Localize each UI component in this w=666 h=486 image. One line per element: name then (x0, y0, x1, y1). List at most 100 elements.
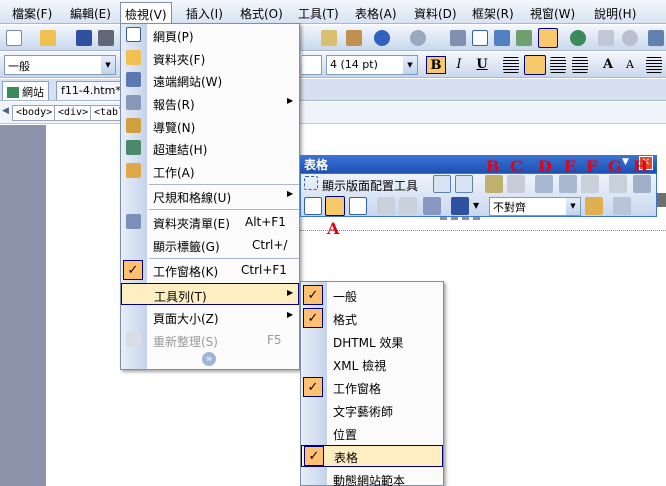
tag-body[interactable]: <body> (12, 105, 57, 121)
submenu-item-tables[interactable]: ✓ 表格 (301, 445, 443, 467)
submenu-item-formatting[interactable]: ✓ 格式 (301, 307, 443, 329)
fill-color-icon[interactable] (451, 197, 469, 215)
menu-item-page-size[interactable]: 頁面大小(Z) ▶ (121, 306, 299, 328)
search-binoculars-icon[interactable] (98, 30, 114, 46)
fill-down-icon[interactable] (613, 197, 631, 215)
menu-item-page[interactable]: 網頁(P) (121, 24, 299, 46)
menu-insert[interactable]: 插入(I) (186, 5, 223, 22)
style-combo[interactable]: 一般 ▼ (4, 55, 116, 75)
distribute-columns-icon[interactable] (399, 197, 417, 215)
bold-button[interactable]: B (426, 56, 446, 74)
align-center-icon[interactable] (524, 55, 546, 75)
draw-layout-table-icon[interactable] (433, 175, 451, 193)
show-layout-tools-button[interactable]: 顯示版面配置工具 (322, 177, 418, 194)
web-component-icon[interactable] (450, 30, 466, 46)
submenu-item-task-pane[interactable]: ✓ 工作窗格 (301, 376, 443, 398)
undo-icon[interactable] (374, 30, 390, 46)
grow-font-button[interactable]: A (598, 56, 618, 74)
align-bottom-icon[interactable] (349, 197, 367, 215)
open-folder-icon[interactable] (40, 30, 56, 46)
hyperlinks-icon (126, 140, 141, 155)
underline-button[interactable]: U (472, 56, 492, 74)
italic-button[interactable]: I (449, 56, 469, 74)
align-right-icon[interactable] (550, 57, 566, 73)
code-icon[interactable] (648, 30, 664, 46)
menu-view[interactable]: 檢視(V) (120, 2, 172, 23)
hyperlink-globe-icon[interactable] (570, 30, 586, 46)
chevron-down-icon[interactable]: ▼ (101, 56, 115, 74)
alignment-combo[interactable]: 不對齊 ▼ (489, 197, 581, 216)
submenu-item-standard[interactable]: ✓ 一般 (301, 284, 443, 306)
submenu-item-positioning[interactable]: 位置 (301, 422, 443, 444)
submenu-item-dynamic-template[interactable]: 動態網站範本 (301, 468, 443, 486)
toolbar-options-icon[interactable]: ▼ (622, 157, 629, 167)
menu-item-hyperlinks[interactable]: 超連結(H) (121, 137, 299, 159)
chevron-down-icon[interactable]: ▼ (473, 201, 479, 210)
menu-item-reports[interactable]: 報告(R) ▶ (121, 92, 299, 114)
paste-icon[interactable] (321, 30, 337, 46)
font-combo[interactable] (302, 55, 322, 75)
shrink-font-button[interactable]: A (620, 56, 640, 74)
menu-help[interactable]: 說明(H) (594, 5, 636, 22)
table-autoformat-icon[interactable] (585, 197, 603, 215)
justify-icon[interactable] (572, 57, 588, 73)
menu-format[interactable]: 格式(O) (240, 5, 283, 22)
autofit-icon[interactable] (423, 197, 441, 215)
tag-div[interactable]: <div> (54, 105, 93, 121)
menu-item-ruler-grid[interactable]: 尺規和格線(U) ▶ (121, 185, 299, 207)
redo-icon[interactable] (410, 30, 426, 46)
delete-cells-icon[interactable] (581, 175, 599, 193)
chevron-left-icon[interactable]: ◀ (2, 106, 9, 116)
insert-rows-icon[interactable] (535, 175, 553, 193)
format-painter-icon[interactable] (346, 30, 362, 46)
tab-file[interactable]: f11-4.htm* (56, 81, 126, 100)
new-page-icon[interactable] (6, 30, 22, 46)
menu-item-remote-site[interactable]: 遠端網站(W) (121, 69, 299, 91)
menu-item-toolbars[interactable]: 工具列(T) ▶ (121, 283, 299, 305)
menu-tools[interactable]: 工具(T) (298, 5, 339, 22)
draw-layout-cell-icon[interactable] (455, 175, 473, 193)
submenu-item-dhtml[interactable]: DHTML 效果 (301, 330, 443, 352)
submenu-item-xml-view[interactable]: XML 檢視 (301, 353, 443, 375)
eraser-icon[interactable] (507, 175, 525, 193)
layer-icon[interactable] (494, 30, 510, 46)
menu-item-navigation[interactable]: 導覽(N) (121, 115, 299, 137)
refresh-icon (126, 332, 141, 347)
expand-menu-icon[interactable]: » (202, 352, 216, 366)
numbering-icon[interactable] (646, 57, 662, 73)
drawing-icon[interactable] (538, 28, 558, 48)
document-tabs: 網站 f11-4.htm* (0, 79, 666, 101)
menu-data[interactable]: 資料(D) (414, 5, 457, 22)
annotation-g: G (608, 157, 622, 176)
refresh-icon[interactable] (598, 30, 614, 46)
submenu-arrow-icon: ▶ (287, 310, 294, 319)
insert-columns-icon[interactable] (559, 175, 577, 193)
font-size-combo[interactable]: 4 (14 pt) ▼ (326, 55, 418, 75)
distribute-rows-icon[interactable] (377, 197, 395, 215)
menu-item-tasks[interactable]: 工作(A) (121, 160, 299, 182)
menu-item-task-pane[interactable]: ✓ 工作窗格(K) Ctrl+F1 (121, 259, 299, 281)
menu-item-folder-list[interactable]: 資料夾清單(E) Alt+F1 (121, 211, 299, 233)
merge-cells-icon[interactable] (609, 175, 627, 193)
tab-site[interactable]: 網站 (2, 81, 49, 100)
center-vertically-icon[interactable] (325, 196, 345, 216)
menu-item-folders[interactable]: 資料夾(F) (121, 47, 299, 69)
menu-frames[interactable]: 框架(R) (472, 5, 514, 22)
chevron-down-icon[interactable]: ▼ (566, 198, 580, 215)
table-toolbar-titlebar[interactable]: 表格 ▼ ✕ (300, 155, 657, 173)
align-left-icon[interactable] (503, 57, 519, 73)
split-cells-icon[interactable] (633, 175, 651, 193)
align-top-icon[interactable] (304, 197, 322, 215)
draw-table-icon[interactable] (485, 175, 503, 193)
picture-icon[interactable] (516, 30, 532, 46)
save-icon[interactable] (76, 30, 92, 46)
chevron-down-icon[interactable]: ▼ (403, 56, 417, 74)
menu-item-reveal-tags[interactable]: 顯示標籤(G) Ctrl+/ (121, 234, 299, 256)
menu-file[interactable]: 檔案(F) (12, 5, 52, 22)
menu-edit[interactable]: 編輯(E) (70, 5, 111, 22)
stop-icon[interactable] (622, 30, 638, 46)
menu-window[interactable]: 視窗(W) (530, 5, 575, 22)
submenu-item-wordart[interactable]: 文字藝術師 (301, 399, 443, 421)
insert-table-icon[interactable] (472, 30, 488, 46)
menu-table[interactable]: 表格(A) (355, 5, 397, 22)
